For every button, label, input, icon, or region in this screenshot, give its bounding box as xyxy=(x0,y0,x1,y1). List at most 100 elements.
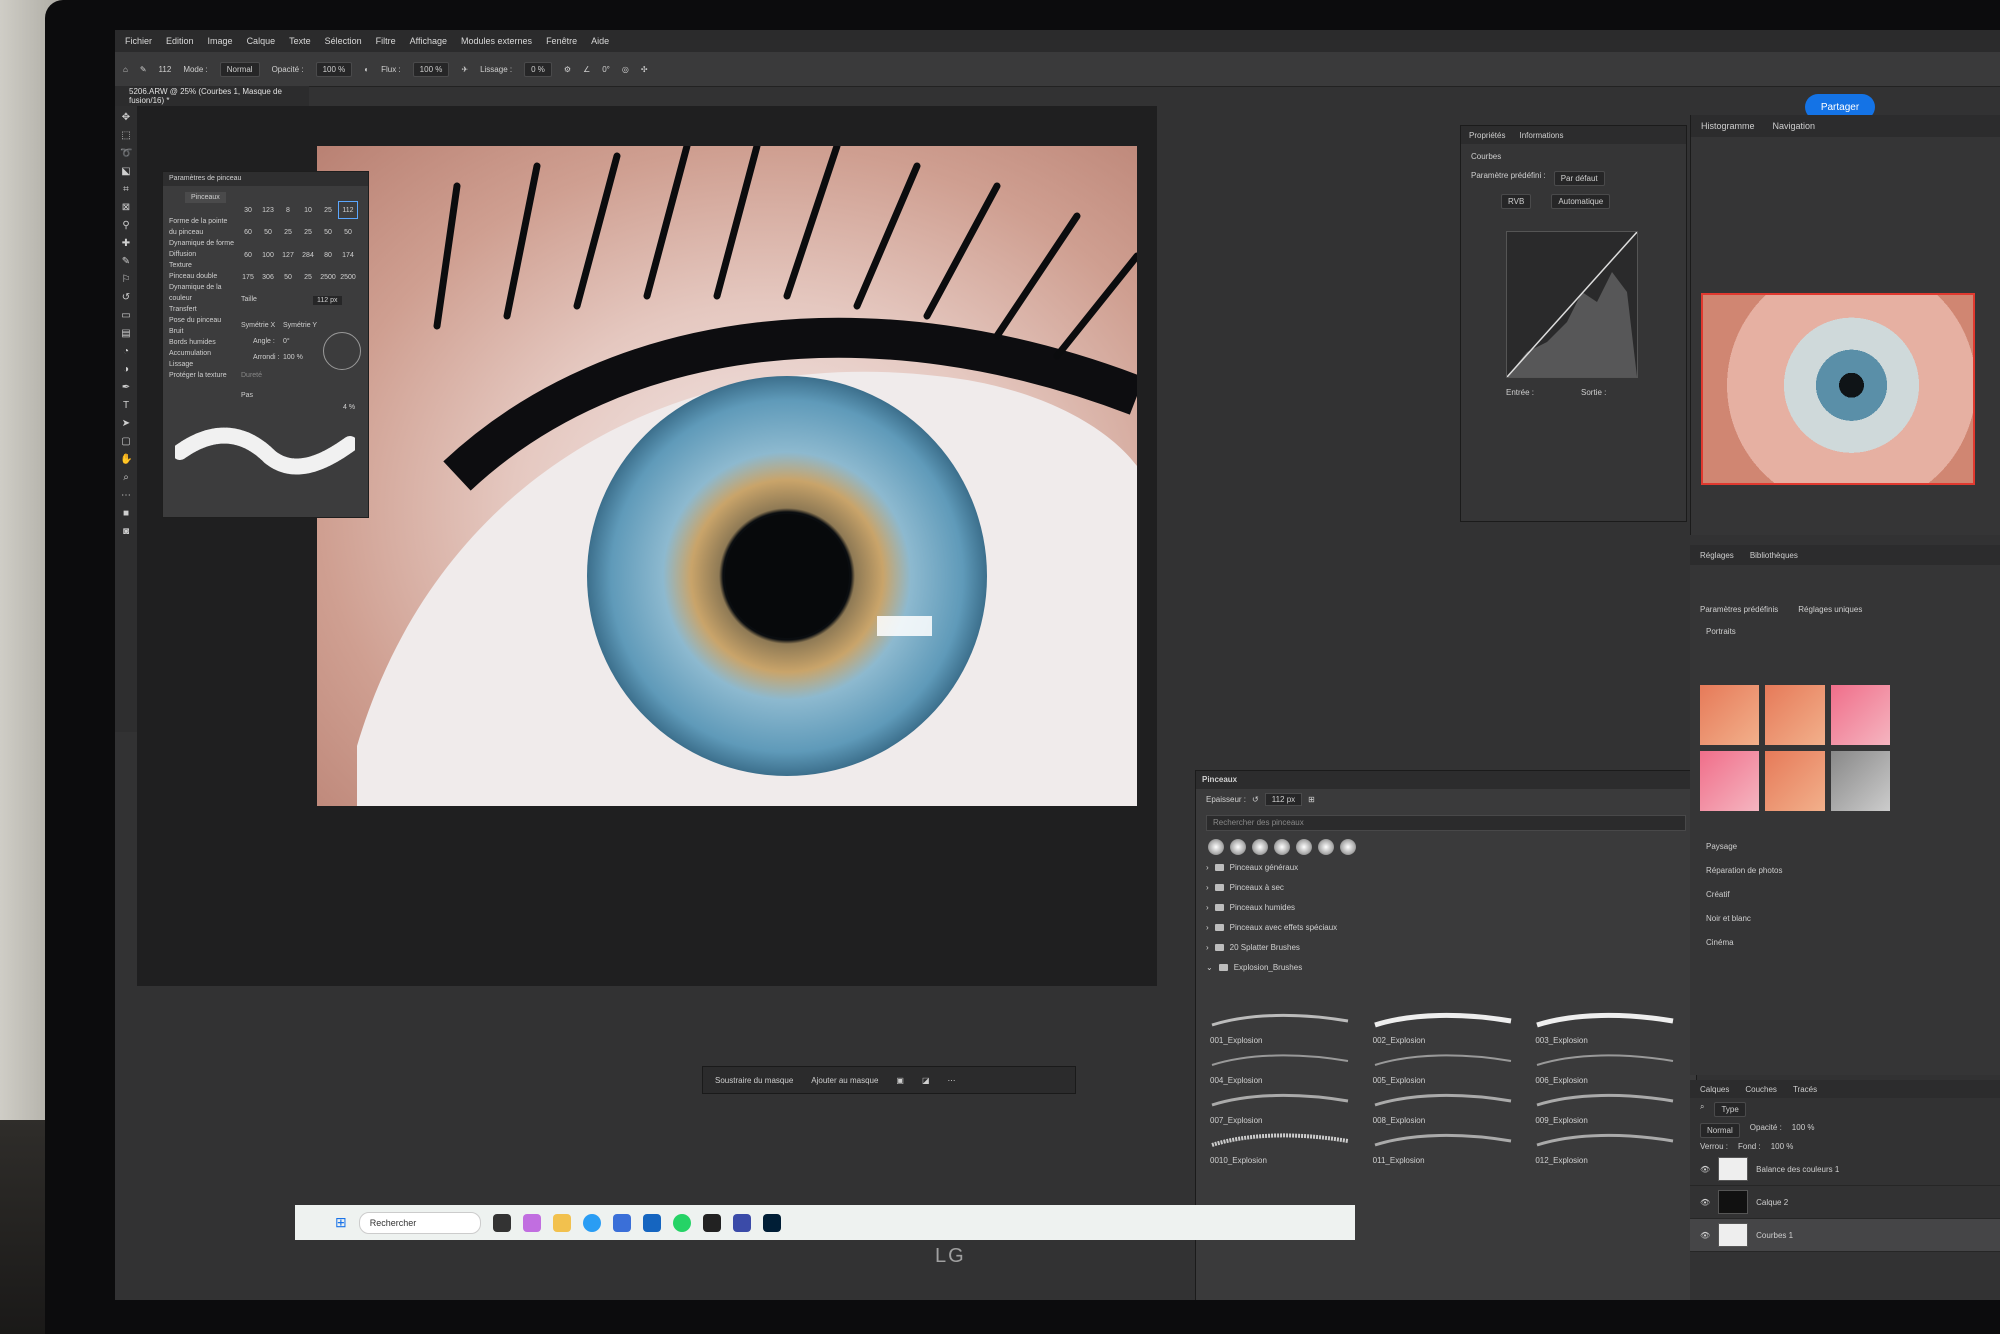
recent-brush[interactable] xyxy=(1274,839,1290,855)
tab-single-adjustments[interactable]: Réglages uniques xyxy=(1798,605,1862,614)
eyedropper-tool-icon[interactable]: ⚲ xyxy=(120,220,132,232)
brush-setting-item[interactable]: Dynamique de la couleur xyxy=(169,282,235,304)
recent-brush[interactable] xyxy=(1230,839,1246,855)
recent-brush[interactable] xyxy=(1318,839,1334,855)
brush-tip[interactable]: 60 xyxy=(239,225,257,241)
menu-edit[interactable]: Edition xyxy=(164,36,196,46)
home-icon[interactable]: ⌂ xyxy=(123,65,128,74)
reset-icon[interactable]: ↺ xyxy=(1252,795,1259,804)
flip-x-checkbox[interactable]: Symétrie X xyxy=(241,322,275,329)
outlook-icon[interactable] xyxy=(642,1213,661,1232)
recent-brush[interactable] xyxy=(1208,839,1224,855)
move-tool-icon[interactable]: ✥ xyxy=(120,112,132,124)
brush-preset[interactable]: 004_Explosion xyxy=(1210,1051,1365,1085)
tab-info[interactable]: Informations xyxy=(1519,131,1563,140)
airbrush-icon[interactable]: ✈ xyxy=(461,65,468,74)
portrait-preset[interactable] xyxy=(1830,685,1890,745)
brush-preset[interactable]: 003_Explosion xyxy=(1535,1011,1690,1045)
mask-icon[interactable]: ▣ xyxy=(896,1076,904,1085)
brush-preset[interactable]: 001_Explosion xyxy=(1210,1011,1365,1045)
adjustment-category[interactable]: Paysage xyxy=(1690,835,2000,859)
brush-size-value[interactable]: 112 xyxy=(159,65,172,74)
copilot-icon[interactable] xyxy=(522,1213,541,1232)
gear-icon[interactable]: ⚙ xyxy=(564,65,571,74)
brush-folder[interactable]: › Pinceaux avec effets spéciaux xyxy=(1196,917,1696,937)
adjustment-category[interactable]: Noir et blanc xyxy=(1690,907,2000,931)
recent-brush[interactable] xyxy=(1296,839,1312,855)
curves-graph[interactable] xyxy=(1506,231,1638,378)
tab-presets[interactable]: Paramètres prédéfinis xyxy=(1700,605,1778,614)
eye-icon[interactable]: 👁 xyxy=(1700,1198,1710,1207)
menu-layer[interactable]: Calque xyxy=(245,36,278,46)
frame-tool-icon[interactable]: ⊠ xyxy=(120,202,132,214)
healing-tool-icon[interactable]: ✚ xyxy=(120,238,132,250)
brush-setting-item[interactable]: Pose du pinceau xyxy=(169,315,235,326)
brush-tip[interactable]: 50 xyxy=(279,270,297,286)
brush-tool-icon[interactable]: ✎ xyxy=(140,65,147,74)
brush-tip[interactable]: 123 xyxy=(259,202,277,218)
layer-row-selected[interactable]: 👁 Courbes 1 xyxy=(1690,1219,2000,1252)
eraser-tool-icon[interactable]: ▭ xyxy=(120,310,132,322)
spacing-value[interactable]: 4 % xyxy=(343,404,355,411)
new-brush-icon[interactable]: ⊞ xyxy=(1308,795,1315,804)
brush-tip[interactable]: 127 xyxy=(279,247,297,263)
type-tool-icon[interactable]: T xyxy=(120,400,132,412)
brush-folder-open[interactable]: ⌄ Explosion_Brushes xyxy=(1196,957,1696,977)
brush-setting-item[interactable]: Bords humides xyxy=(169,337,235,348)
layer-filter-select[interactable]: Type xyxy=(1714,1102,1746,1117)
app-icon[interactable] xyxy=(732,1213,751,1232)
whatsapp-icon[interactable] xyxy=(672,1213,691,1232)
brush-folder[interactable]: › Pinceaux généraux xyxy=(1196,857,1696,877)
blur-tool-icon[interactable]: ◔ xyxy=(120,346,132,358)
mode-select[interactable]: Normal xyxy=(219,61,260,77)
menu-window[interactable]: Fenêtre xyxy=(544,36,579,46)
menu-plugins[interactable]: Modules externes xyxy=(459,36,534,46)
eye-icon[interactable]: 👁 xyxy=(1700,1165,1710,1174)
adjustment-category[interactable]: Créatif xyxy=(1690,883,2000,907)
file-explorer-icon[interactable] xyxy=(552,1213,571,1232)
brush-tip[interactable]: 60 xyxy=(239,247,257,263)
auto-button[interactable]: Automatique xyxy=(1551,194,1611,209)
brush-tip[interactable]: 25 xyxy=(299,270,317,286)
brush-setting-item[interactable]: Protéger la texture xyxy=(169,370,235,381)
canvas-area[interactable]: Paramètres de pinceau Pinceaux Forme de … xyxy=(137,106,1157,1094)
brush-setting-item[interactable]: Dynamique de forme xyxy=(169,238,235,249)
windows-start-icon[interactable]: ⊞ xyxy=(335,1214,347,1231)
angle-field[interactable]: 0° xyxy=(602,65,610,74)
flip-y-checkbox[interactable]: Symétrie Y xyxy=(283,322,317,329)
taskbar-search-input[interactable]: Rechercher xyxy=(358,1211,481,1234)
foreground-color-icon[interactable]: ■ xyxy=(120,508,132,520)
brush-setting-item[interactable]: Transfert xyxy=(169,304,235,315)
stamp-tool-icon[interactable]: ⚐ xyxy=(120,274,132,286)
channel-select[interactable]: RVB xyxy=(1501,194,1532,209)
flow-field[interactable]: 100 % xyxy=(412,61,450,77)
more-options-icon[interactable]: ⋯ xyxy=(948,1076,956,1085)
brush-tip[interactable]: 50 xyxy=(259,225,277,241)
opacity-field[interactable]: 100 % xyxy=(315,61,353,77)
tab-paths[interactable]: Tracés xyxy=(1793,1085,1817,1094)
smoothing-field[interactable]: 0 % xyxy=(524,61,552,77)
brush-preset[interactable]: 007_Explosion xyxy=(1210,1091,1365,1125)
portrait-preset[interactable] xyxy=(1765,751,1825,811)
brush-folder[interactable]: › Pinceaux humides xyxy=(1196,897,1696,917)
navigator-thumbnail[interactable] xyxy=(1701,293,1975,485)
brush-preset[interactable]: 005_Explosion xyxy=(1373,1051,1528,1085)
store-icon[interactable] xyxy=(612,1213,631,1232)
brush-setting-item[interactable]: Bruit xyxy=(169,326,235,337)
layer-opacity-field[interactable]: 100 % xyxy=(1792,1123,1815,1138)
spacing-checkbox[interactable]: Pas xyxy=(241,392,253,399)
tab-channels[interactable]: Couches xyxy=(1745,1085,1777,1094)
brush-tip[interactable]: 30 xyxy=(239,202,257,218)
brush-preset[interactable]: 006_Explosion xyxy=(1535,1051,1690,1085)
adjustment-category[interactable]: Cinéma xyxy=(1690,931,2000,955)
photoshop-icon[interactable] xyxy=(762,1213,781,1232)
portrait-preset[interactable] xyxy=(1765,685,1825,745)
object-select-tool-icon[interactable]: ⬕ xyxy=(120,166,132,178)
size-field[interactable]: 112 px xyxy=(313,296,342,305)
fill-field[interactable]: 100 % xyxy=(1771,1142,1794,1151)
brush-tip[interactable]: 100 xyxy=(259,247,277,263)
brush-tip[interactable]: 174 xyxy=(339,247,357,263)
brush-tip[interactable]: 175 xyxy=(239,270,257,286)
subtract-mask-button[interactable]: Soustraire du masque xyxy=(715,1076,793,1085)
dodge-tool-icon[interactable]: ◑ xyxy=(120,364,132,376)
